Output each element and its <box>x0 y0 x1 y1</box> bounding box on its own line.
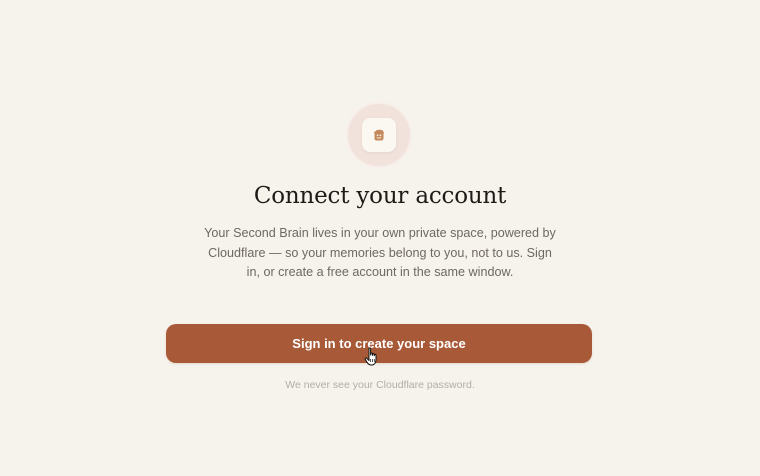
connect-account-page: Connect your account Your Second Brain l… <box>0 0 760 476</box>
description-text: Your Second Brain lives in your own priv… <box>204 226 556 279</box>
privacy-note: We never see your Cloudflare password. <box>285 379 475 391</box>
logo-tile <box>362 118 396 152</box>
hand-pointer-icon <box>364 347 377 366</box>
logo-badge <box>346 102 412 168</box>
brain-badge-icon <box>374 129 384 141</box>
page-title: Connect your account <box>253 183 507 209</box>
